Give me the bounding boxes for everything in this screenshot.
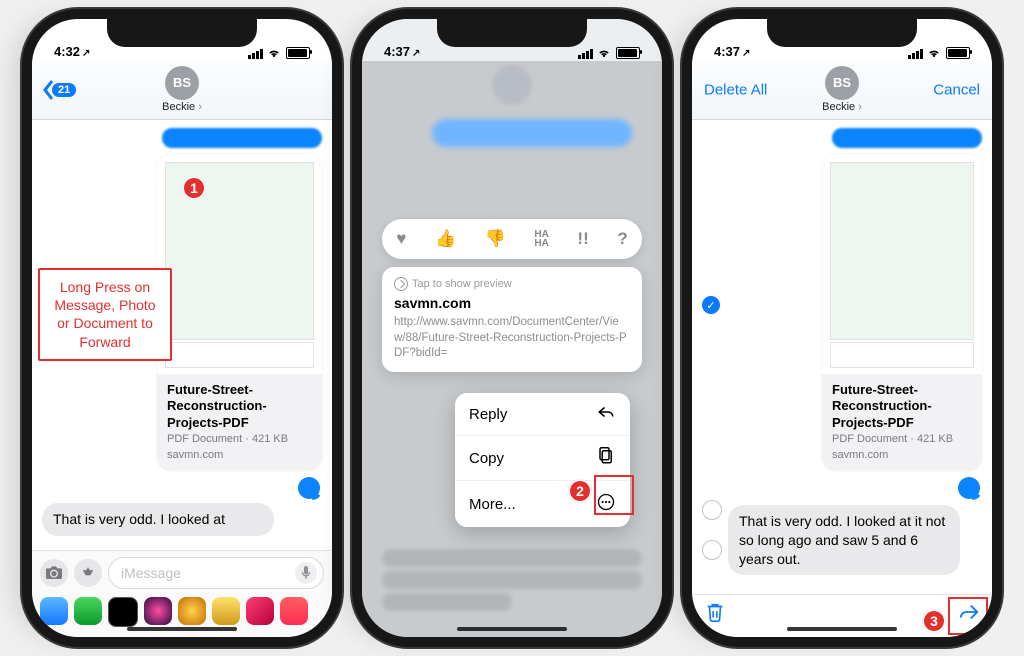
step-badge-3: 3 — [922, 609, 946, 633]
wifi-icon — [267, 47, 281, 59]
sent-document-card[interactable]: Future-Street-Reconstruction-Projects-PD… — [822, 154, 982, 471]
compose-bar: iMessage — [32, 550, 332, 593]
notch — [437, 19, 587, 47]
avatar: BS — [825, 66, 859, 100]
dictate-icon[interactable] — [295, 562, 317, 584]
step-badge-2: 2 — [568, 479, 592, 503]
preview-hint: Tap to show preview — [394, 277, 630, 291]
camera-icon[interactable] — [40, 559, 68, 587]
document-source: savmn.com — [167, 449, 312, 461]
bubble-tail — [298, 477, 320, 499]
link-preview-card[interactable]: Tap to show preview savmn.com http://www… — [382, 267, 642, 372]
selection-checkmark[interactable]: ✓ — [702, 296, 720, 314]
menu-reply[interactable]: Reply — [455, 393, 630, 436]
conversation-header: 21 BS Beckie — [32, 61, 332, 120]
delete-all-button[interactable]: Delete All — [704, 82, 767, 99]
message-placeholder: iMessage — [121, 565, 181, 581]
document-title: Future-Street-Reconstruction-Projects-PD… — [832, 382, 972, 431]
contact-name: Beckie — [162, 101, 202, 113]
battery-icon — [616, 47, 640, 59]
contact-chip[interactable]: BS Beckie — [162, 66, 202, 113]
home-indicator[interactable] — [127, 627, 237, 631]
back-button[interactable]: 21 — [40, 80, 76, 100]
document-subtitle: PDF Document · 421 KB — [167, 433, 312, 445]
document-title: Future-Street-Reconstruction-Projects-PD… — [167, 382, 312, 431]
tapback-dislike-icon[interactable]: 👎 — [485, 229, 506, 249]
received-bubble[interactable]: That is very odd. I looked at — [42, 503, 274, 536]
sent-bubble-blurred — [162, 128, 322, 148]
notch — [767, 19, 917, 47]
signal-icon — [908, 49, 923, 59]
status-time: 4:32 — [54, 44, 80, 59]
sent-document-card[interactable]: Future-Street-Reconstruction-Projects-PD… — [157, 154, 322, 471]
link-url: http://www.savmn.com/DocumentCenter/View… — [394, 315, 630, 362]
tapback-haha-icon[interactable]: HAHA — [534, 230, 548, 248]
notch — [107, 19, 257, 47]
phone-2: 4:37 ↗ ♥ 👍 👎 HAHA !! — [362, 19, 662, 637]
message-input[interactable]: iMessage — [108, 557, 324, 589]
signal-icon — [578, 49, 593, 59]
tapback-question-icon[interactable]: ? — [617, 229, 627, 249]
step-badge-1: 1 — [182, 176, 206, 200]
bubble-tail — [958, 477, 980, 499]
unread-badge: 21 — [52, 83, 76, 97]
reply-icon — [596, 404, 616, 424]
avatar: BS — [165, 66, 199, 100]
tapback-bar[interactable]: ♥ 👍 👎 HAHA !! ? — [382, 219, 642, 259]
selection-ring[interactable] — [702, 540, 722, 560]
copy-icon — [596, 447, 616, 469]
document-subtitle: PDF Document · 421 KB — [832, 433, 972, 445]
messages-pane-edit[interactable]: ✓ Future-Street-Reconstruction-Projects-… — [692, 120, 992, 594]
home-indicator[interactable] — [787, 627, 897, 631]
highlight-box-forward — [948, 597, 988, 635]
contact-chip[interactable]: BS Beckie — [822, 66, 862, 113]
phone-1: 4:32 ↗ 21 BS Beckie — [32, 19, 332, 637]
app-store-icon[interactable] — [74, 559, 102, 587]
tapback-like-icon[interactable]: 👍 — [435, 229, 456, 249]
edit-mode-header: Delete All BS Beckie Cancel — [692, 61, 992, 120]
status-time: 4:37 — [384, 44, 410, 59]
battery-icon — [286, 47, 310, 59]
tapback-heart-icon[interactable]: ♥ — [396, 229, 406, 249]
selection-ring[interactable] — [702, 500, 722, 520]
tapback-exclaim-icon[interactable]: !! — [577, 229, 588, 249]
signal-icon — [248, 49, 263, 59]
messages-pane[interactable]: Future-Street-Reconstruction-Projects-PD… — [32, 120, 332, 550]
status-time: 4:37 — [714, 44, 740, 59]
link-host: savmn.com — [394, 295, 630, 311]
contact-name: Beckie — [822, 101, 862, 113]
document-source: savmn.com — [832, 449, 972, 461]
highlight-box-more — [594, 475, 634, 515]
wifi-icon — [597, 47, 611, 59]
battery-icon — [946, 47, 970, 59]
phone-3: 4:37 ↗ Delete All BS Beckie Cancel ✓ — [692, 19, 992, 637]
received-bubble[interactable]: That is very odd. I looked at it not so … — [728, 505, 960, 576]
document-thumbnail — [822, 154, 982, 374]
trash-icon[interactable] — [704, 601, 726, 629]
home-indicator[interactable] — [457, 627, 567, 631]
wifi-icon — [927, 47, 941, 59]
cancel-button[interactable]: Cancel — [933, 82, 980, 99]
sent-bubble-blurred — [832, 128, 982, 148]
instruction-callout: Long Press on Message, Photo or Document… — [38, 268, 172, 361]
